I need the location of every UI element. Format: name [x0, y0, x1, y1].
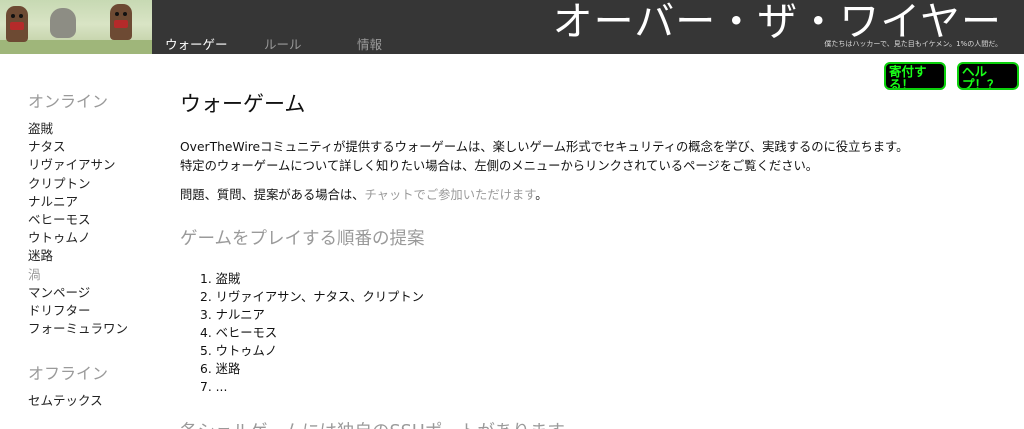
sidebar-heading-online: オンライン: [28, 92, 109, 111]
sidebar-item-natas[interactable]: ナタス: [28, 138, 158, 156]
domo-figure: [110, 4, 132, 40]
main-content: ウォーゲーム OverTheWireコミュニティが提供するウォーゲームは、楽しい…: [180, 88, 1000, 429]
site-header: ウォーゲー ルール 情報 オーバー・ザ・ワイヤー 僕たちはハッカーで、見た目もイ…: [0, 0, 1024, 54]
questions-text: 問題、質問、提案がある場合は、: [180, 188, 365, 202]
sidebar-item-bandit[interactable]: 盗賊: [28, 120, 158, 138]
intro-paragraph: OverTheWireコミュニティが提供するウォーゲームは、楽しいゲーム形式でセ…: [180, 138, 1000, 176]
sidebar-item-manpage[interactable]: マンページ: [28, 284, 158, 302]
donate-button[interactable]: 寄付する！: [884, 62, 946, 90]
play-order-list: 1. 盗賊 2. リヴァイアサン、ナタス、クリプトン 3. ナルニア 4. ベヒ…: [200, 270, 1000, 396]
online-game-list: 盗賊 ナタス リヴァイアサン クリプトン ナルニア ベヒーモス ウトゥムノ 迷路…: [28, 120, 158, 338]
list-item: 4. ベヒーモス: [200, 326, 278, 340]
sidebar-item-behemoth[interactable]: ベヒーモス: [28, 211, 158, 229]
nav-wargames[interactable]: ウォーゲー: [165, 34, 228, 53]
sidebar-item-leviathan[interactable]: リヴァイアサン: [28, 156, 158, 174]
sidebar-item-maze[interactable]: 迷路: [28, 247, 158, 265]
sidebar-item-formulaone[interactable]: フォーミュラワン: [28, 320, 158, 338]
domo-figure: [6, 6, 28, 42]
questions-paragraph: 問題、質問、提案がある場合は、チャットでご参加いただけます。: [180, 186, 1000, 205]
sidebar-item-vortex[interactable]: 渦: [28, 266, 158, 284]
questions-suffix: 。: [535, 188, 548, 202]
nav-rules[interactable]: ルール: [264, 34, 302, 53]
intro-line-1: OverTheWireコミュニティが提供するウォーゲームは、楽しいゲーム形式でセ…: [180, 140, 909, 154]
sidebar-item-utumno[interactable]: ウトゥムノ: [28, 229, 158, 247]
sidebar-item-narnia[interactable]: ナルニア: [28, 193, 158, 211]
sidebar-item-drifter[interactable]: ドリフター: [28, 302, 158, 320]
sidebar: オンライン 盗賊 ナタス リヴァイアサン クリプトン ナルニア ベヒーモス ウト…: [28, 88, 158, 411]
list-item: 2. リヴァイアサン、ナタス、クリプトン: [200, 290, 424, 304]
list-item: 3. ナルニア: [200, 308, 265, 322]
site-title[interactable]: オーバー・ザ・ワイヤー: [553, 0, 1002, 44]
kitten-figure: [50, 8, 76, 38]
site-tagline: 僕たちはハッカーで、見た目もイケメン。1%の人間だ。: [824, 40, 1002, 48]
intro-line-2: 特定のウォーゲームについて詳しく知りたい場合は、左側のメニューからリンクされてい…: [180, 159, 819, 173]
sidebar-item-semtex[interactable]: セムテックス: [28, 392, 158, 410]
sidebar-item-krypton[interactable]: クリプトン: [28, 175, 158, 193]
banner-image: [0, 0, 152, 54]
offline-game-list: セムテックス: [28, 392, 158, 410]
chat-link[interactable]: チャットでご参加いただけます: [364, 188, 535, 202]
play-order-heading: ゲームをプレイする順番の提案: [180, 229, 425, 249]
nav-information[interactable]: 情報: [357, 34, 382, 53]
page-title: ウォーゲーム: [180, 92, 306, 116]
help-button[interactable]: ヘルプ！？: [957, 62, 1019, 90]
ssh-port-heading: 各シェルゲームには独自のSSHポートがあります: [180, 418, 1000, 429]
sidebar-heading-offline: オフライン: [28, 364, 109, 384]
list-item: 7. ...: [200, 380, 228, 394]
list-item: 6. 迷路: [200, 362, 241, 376]
list-item: 5. ウトゥムノ: [200, 344, 278, 358]
list-item: 1. 盗賊: [200, 272, 241, 286]
